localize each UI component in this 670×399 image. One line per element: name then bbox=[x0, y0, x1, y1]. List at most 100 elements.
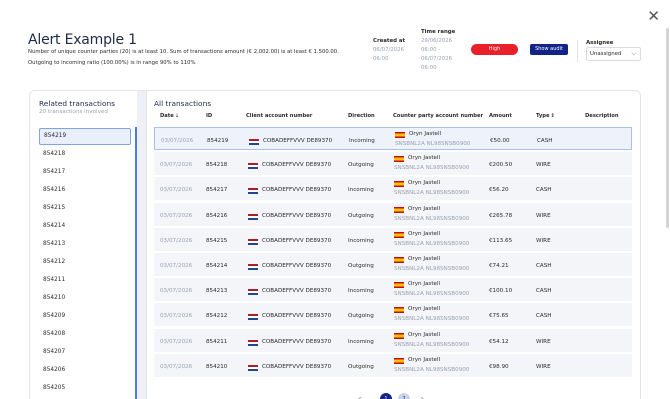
table-row[interactable]: 03/07/2026 854214 COBADEFFVVV DE89370 Outgo… bbox=[154, 253, 632, 276]
cell-client-account: COBADEFFVVV DE89370 bbox=[262, 187, 332, 194]
cell-type: CASH bbox=[536, 288, 552, 295]
cell-direction: Incoming bbox=[348, 338, 374, 345]
related-transactions-title: Related transactions bbox=[39, 99, 116, 108]
related-transaction-item[interactable]: 854219 bbox=[39, 128, 131, 145]
description-line-2: Outgoing to incoming ratio (100.00%) is … bbox=[28, 60, 196, 66]
column-header-client: Client account number bbox=[246, 113, 313, 119]
sidebar-scrollbar[interactable] bbox=[135, 127, 137, 399]
table-row[interactable]: 03/07/2026 854210 COBADEFFVVV DE89370 Outgo… bbox=[154, 353, 632, 377]
cell-date: 03/07/2026 bbox=[161, 138, 194, 144]
spain-flag-icon bbox=[394, 307, 404, 314]
netherlands-flag-icon bbox=[248, 188, 258, 195]
cell-counterparty-name: Oryn Jastell bbox=[408, 281, 441, 288]
column-header-id: ID bbox=[206, 113, 213, 119]
assignee-select[interactable]: Unassigned ⌵ bbox=[586, 47, 641, 61]
cell-id: 854218 bbox=[206, 162, 228, 169]
spain-flag-icon bbox=[395, 132, 405, 138]
related-transaction-item[interactable]: 854206 bbox=[39, 362, 131, 379]
related-transaction-item[interactable]: 854216 bbox=[39, 182, 131, 199]
related-transactions-sidebar: Related transactions 20 transactions inv… bbox=[30, 91, 147, 399]
cell-type: WIRE bbox=[536, 162, 551, 169]
table-row[interactable]: 03/07/2026 854215 COBADEFFVVV DE89370 Incom… bbox=[154, 227, 632, 251]
table-row[interactable]: 03/07/2026 854218 COBADEFFVVV DE89370 Outgo… bbox=[154, 152, 632, 176]
assignee-value: Unassigned bbox=[590, 51, 622, 57]
spain-flag-icon bbox=[394, 282, 404, 289]
netherlands-flag-icon bbox=[248, 238, 258, 245]
table-row[interactable]: 03/07/2026 854212 COBADEFFVVV DE89370 Outgo… bbox=[154, 303, 632, 327]
cell-counterparty-account: SNSBNL2A NL98SNSB0900 bbox=[394, 240, 470, 247]
chevron-down-icon: ⌵ bbox=[631, 50, 636, 57]
cell-counterparty-account: SNSBNL2A NL98SNSB0900 bbox=[394, 291, 470, 298]
table-row[interactable]: 03/07/2026 854211 COBADEFFVVV DE89370 Incom… bbox=[154, 328, 632, 352]
related-transaction-item[interactable]: 854217 bbox=[39, 164, 131, 181]
related-transaction-item[interactable]: 854207 bbox=[39, 344, 131, 361]
cell-counterparty-name: Oryn Jastell bbox=[408, 155, 441, 162]
table-row[interactable]: 03/07/2026 854219 COBADEFFVVV DE89370 Incom… bbox=[154, 127, 632, 150]
netherlands-flag-icon bbox=[248, 314, 258, 321]
cell-client-account: COBADEFFVVV DE89370 bbox=[262, 363, 332, 370]
cell-counterparty-account: SNSBNL2A NL98SNSB0900 bbox=[394, 165, 470, 172]
cell-type: WIRE bbox=[536, 338, 551, 345]
cell-counterparty-account: SNSBNL2A NL98SNSB0900 bbox=[394, 215, 470, 222]
cell-date: 03/07/2026 bbox=[160, 162, 193, 169]
column-header-date[interactable]: Date⇣ bbox=[160, 113, 179, 119]
cell-direction: Incoming bbox=[348, 237, 374, 244]
cell-id: 854215 bbox=[206, 237, 228, 244]
cell-direction: Outgoing bbox=[348, 263, 374, 269]
all-transactions-title: All transactions bbox=[154, 99, 212, 108]
table-row[interactable]: 03/07/2026 854213 COBADEFFVVV DE89370 Incom… bbox=[154, 278, 632, 302]
page-title: Alert Example 1 bbox=[28, 32, 137, 48]
cell-counterparty-account: SNSBNL2A NL98SNSB0900 bbox=[395, 141, 471, 147]
cell-counterparty-name: Oryn Jastell bbox=[408, 230, 441, 237]
column-header-type[interactable]: Type⇕ bbox=[536, 113, 555, 119]
cell-counterparty-name: Oryn Jastell bbox=[408, 356, 441, 363]
table-row[interactable]: 03/07/2026 854217 COBADEFFVVV DE89370 Incom… bbox=[154, 177, 632, 201]
cell-id: 854219 bbox=[207, 138, 229, 144]
cell-client-account: COBADEFFVVV DE89370 bbox=[262, 162, 332, 169]
cell-counterparty-account: SNSBNL2A NL98SNSB0900 bbox=[394, 341, 470, 348]
related-transaction-item[interactable]: 854218 bbox=[39, 146, 131, 163]
spain-flag-icon bbox=[394, 181, 404, 188]
cell-direction: Incoming bbox=[348, 187, 374, 194]
related-transaction-item[interactable]: 854208 bbox=[39, 326, 131, 343]
cell-amount: €56.20 bbox=[489, 187, 509, 194]
severity-badge: High bbox=[471, 44, 518, 55]
cell-client-account: COBADEFFVVV DE89370 bbox=[262, 212, 332, 219]
netherlands-flag-icon bbox=[248, 339, 258, 346]
sort-icon[interactable]: ⇣ bbox=[175, 113, 179, 119]
cell-amount: €75.65 bbox=[489, 313, 509, 320]
cell-direction: Incoming bbox=[348, 288, 374, 295]
related-transaction-item[interactable]: 854211 bbox=[39, 272, 131, 289]
related-transaction-item[interactable]: 854205 bbox=[39, 380, 131, 397]
cell-client-account: COBADEFFVVV DE89370 bbox=[262, 338, 332, 345]
cell-direction: Outgoing bbox=[348, 162, 374, 169]
related-transaction-item[interactable]: 854215 bbox=[39, 200, 131, 217]
cell-type: CASH bbox=[536, 263, 552, 269]
cell-client-account: COBADEFFVVV DE89370 bbox=[262, 288, 332, 295]
cell-date: 03/07/2026 bbox=[160, 363, 193, 370]
related-transaction-item[interactable]: 854214 bbox=[39, 218, 131, 235]
related-transaction-item[interactable]: 854209 bbox=[39, 308, 131, 325]
time-range-label: Time range bbox=[421, 29, 456, 35]
netherlands-flag-icon bbox=[248, 264, 258, 270]
related-transaction-item[interactable]: 854212 bbox=[39, 254, 131, 271]
page-scrollbar[interactable] bbox=[666, 28, 669, 228]
cell-id: 854212 bbox=[206, 313, 228, 320]
cell-client-account: COBADEFFVVV DE89370 bbox=[262, 263, 332, 269]
column-header-counterparty: Counter party account number bbox=[393, 113, 484, 119]
page-1-button[interactable]: 1 bbox=[380, 393, 392, 399]
related-transaction-item[interactable]: 854210 bbox=[39, 290, 131, 307]
show-audit-button[interactable]: Show audit bbox=[530, 44, 568, 55]
cell-counterparty-name: Oryn Jastell bbox=[409, 131, 442, 137]
related-transaction-item[interactable]: 854213 bbox=[39, 236, 131, 253]
page-2-button[interactable]: 2 bbox=[398, 393, 410, 399]
sort-icon[interactable]: ⇕ bbox=[551, 113, 555, 119]
transactions-panel: Related transactions 20 transactions inv… bbox=[29, 90, 641, 399]
alert-description: Number of unique counter parties (20) is… bbox=[28, 47, 378, 69]
cell-counterparty-account: SNSBNL2A NL98SNSB0900 bbox=[394, 190, 470, 197]
table-row[interactable]: 03/07/2026 854216 COBADEFFVVV DE89370 Outgo… bbox=[154, 202, 632, 226]
close-icon[interactable]: ✕ bbox=[647, 7, 660, 25]
netherlands-flag-icon bbox=[249, 139, 259, 145]
cell-counterparty-account: SNSBNL2A NL98SNSB0900 bbox=[394, 366, 470, 373]
cell-date: 03/07/2026 bbox=[160, 212, 193, 219]
